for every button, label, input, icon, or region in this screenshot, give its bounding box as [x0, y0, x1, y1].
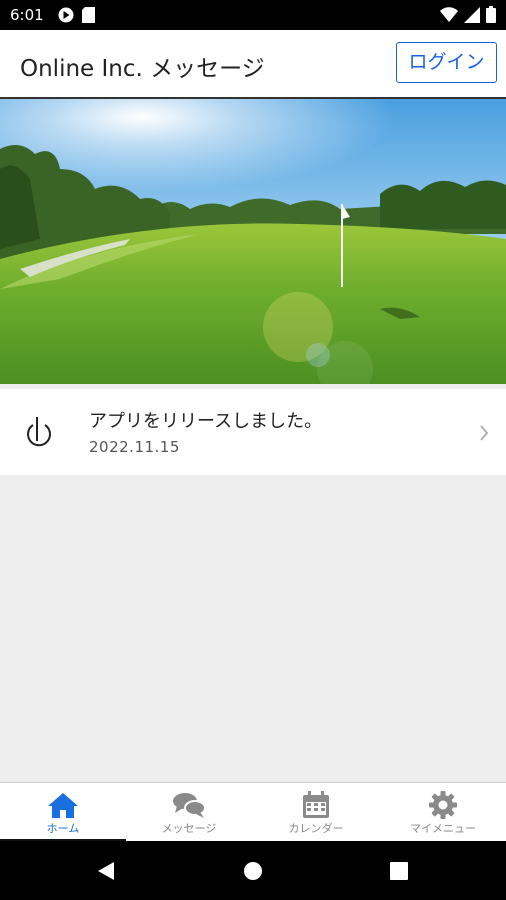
status-bar: 6:01 [0, 0, 506, 30]
back-icon[interactable] [96, 861, 116, 881]
battery-icon [486, 6, 496, 23]
login-button[interactable]: ログイン [396, 42, 497, 83]
app-header: Online Inc. メッセージ ログイン [0, 30, 506, 99]
tab-my-menu-label: マイメニュー [410, 822, 476, 835]
message-title: アプリをリリースしました。 [89, 411, 323, 432]
status-icons-left [58, 7, 95, 23]
home-icon [48, 793, 78, 818]
recents-icon[interactable] [390, 862, 408, 880]
golf-course-photo [0, 99, 506, 384]
tab-my-menu[interactable]: マイメニュー [380, 783, 506, 841]
sim-card-icon [82, 7, 95, 23]
chevron-right-icon [480, 425, 489, 441]
page-title: Online Inc. メッセージ [20, 56, 265, 82]
tab-calendar[interactable]: カレンダー [253, 783, 379, 841]
tab-messages-label: メッセージ [161, 822, 217, 835]
gear-icon [429, 791, 457, 819]
status-time: 6:01 [10, 6, 44, 24]
tab-home[interactable]: ホーム [0, 783, 126, 841]
google-play-icon [58, 7, 74, 23]
banner-image [0, 99, 506, 384]
tab-home-label: ホーム [46, 822, 80, 835]
tab-bar: ホーム メッセージ カレンダー マイメニュー [0, 782, 506, 841]
signal-icon [464, 6, 480, 23]
system-nav-bar [0, 841, 506, 900]
tab-calendar-label: カレンダー [288, 822, 344, 835]
status-icons-right [440, 6, 496, 23]
list-item[interactable]: アプリをリリースしました。 2022.11.15 [0, 389, 506, 475]
wifi-icon [440, 6, 458, 22]
calendar-icon [303, 791, 329, 818]
chat-icon [173, 793, 206, 818]
message-date: 2022.11.15 [89, 438, 180, 456]
tab-messages[interactable]: メッセージ [126, 783, 252, 841]
home-nav-icon[interactable] [243, 861, 263, 881]
online-logo-icon [27, 417, 51, 447]
